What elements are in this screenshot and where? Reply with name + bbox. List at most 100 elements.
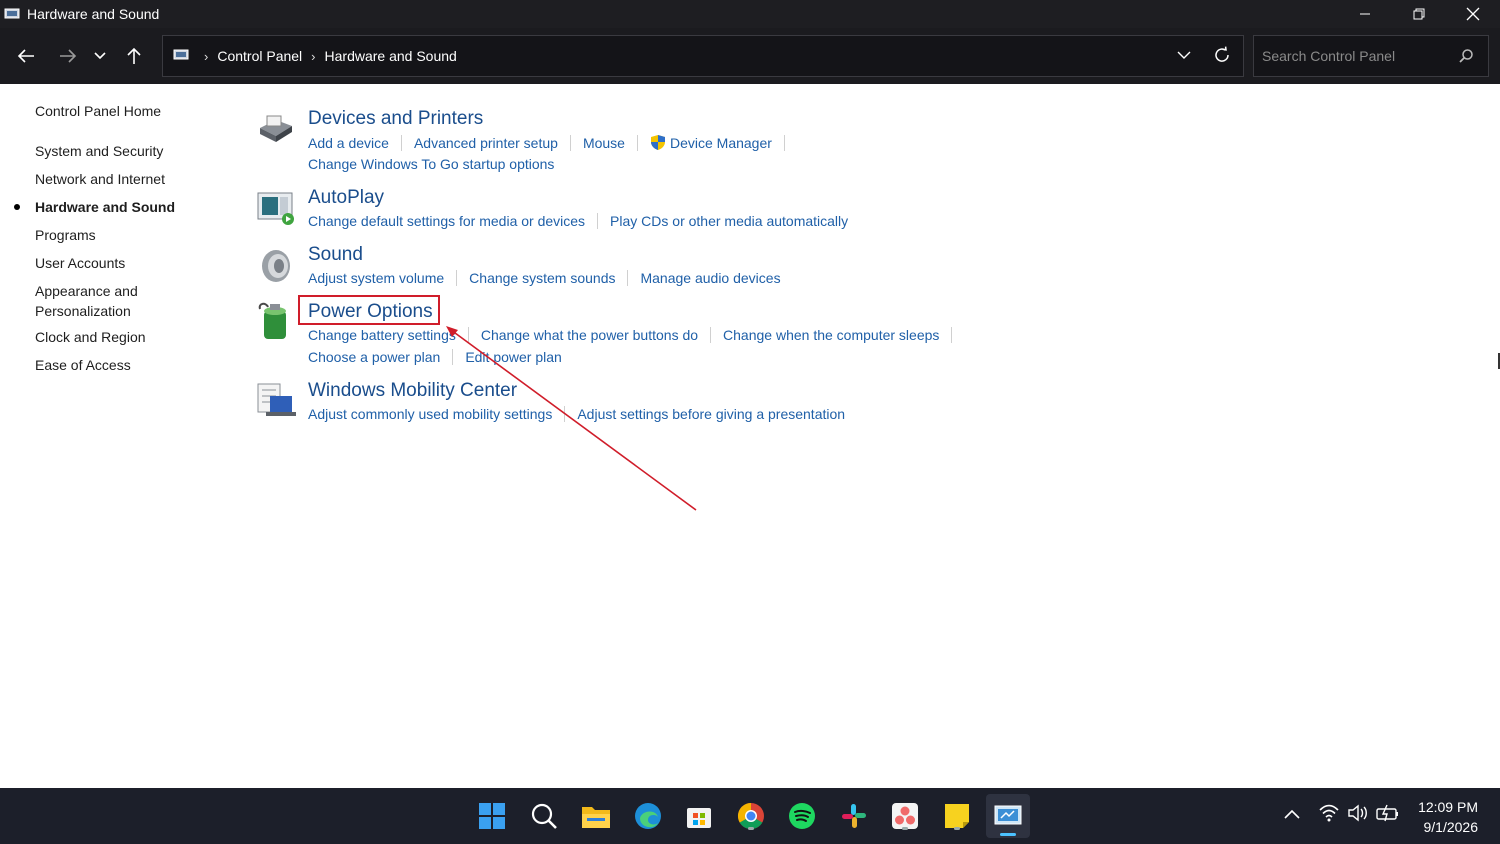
address-bar[interactable]: › Control Panel › Hardware and Sound bbox=[162, 35, 1244, 77]
breadcrumb-control-panel[interactable]: Control Panel bbox=[217, 48, 302, 64]
running-indicator bbox=[748, 827, 754, 830]
arrow-up-icon bbox=[127, 47, 141, 64]
advanced-printer-setup-link[interactable]: Advanced printer setup bbox=[414, 135, 558, 151]
change-system-sounds-link[interactable]: Change system sounds bbox=[469, 270, 615, 286]
devices-and-printers-link[interactable]: Devices and Printers bbox=[308, 108, 483, 130]
system-clock[interactable]: 12:09 PM 9/1/2026 bbox=[1418, 797, 1478, 837]
shield-icon bbox=[650, 134, 666, 151]
change-battery-settings-link[interactable]: Change battery settings bbox=[308, 327, 456, 343]
recent-locations-button[interactable] bbox=[86, 36, 114, 76]
sidebar-item-hardware-and-sound[interactable]: Hardware and Sound bbox=[35, 197, 175, 217]
address-dropdown-button[interactable] bbox=[1177, 47, 1191, 63]
power-links-row: Change battery settings Change what the … bbox=[308, 327, 964, 343]
search-input[interactable] bbox=[1254, 48, 1444, 64]
device-manager-link[interactable]: Device Manager bbox=[670, 135, 772, 151]
slack-icon[interactable] bbox=[838, 800, 870, 832]
battery-charging-icon[interactable] bbox=[1376, 804, 1400, 827]
window-title: Hardware and Sound bbox=[27, 6, 160, 22]
annotation-arrow bbox=[446, 326, 697, 511]
store-icon[interactable] bbox=[683, 800, 715, 832]
refresh-icon bbox=[1215, 46, 1229, 62]
forward-button[interactable] bbox=[50, 36, 86, 76]
sound-link[interactable]: Sound bbox=[308, 244, 363, 266]
sidebar-item-programs[interactable]: Programs bbox=[35, 225, 96, 245]
mobility-center-icon bbox=[256, 380, 296, 420]
edge-icon[interactable] bbox=[632, 800, 664, 832]
adjust-system-volume-link[interactable]: Adjust system volume bbox=[308, 270, 444, 286]
adjust-mobility-settings-link[interactable]: Adjust commonly used mobility settings bbox=[308, 406, 552, 422]
file-explorer-icon[interactable] bbox=[580, 800, 612, 832]
speaker-icon bbox=[256, 244, 296, 284]
chrome-icon[interactable] bbox=[735, 800, 767, 832]
mobility-links-row: Adjust commonly used mobility settings A… bbox=[308, 406, 845, 422]
link-separator bbox=[636, 134, 638, 151]
back-button[interactable] bbox=[8, 36, 44, 76]
devices-links-row2: Change Windows To Go startup options bbox=[308, 156, 554, 172]
power-links-row2: Choose a power plan Edit power plan bbox=[308, 349, 562, 365]
active-indicator bbox=[1000, 833, 1016, 836]
choose-power-plan-link[interactable]: Choose a power plan bbox=[308, 349, 440, 365]
sidebar-item-clock-and-region[interactable]: Clock and Region bbox=[35, 327, 146, 347]
up-button[interactable] bbox=[116, 36, 152, 76]
close-icon bbox=[1466, 7, 1480, 21]
search-box[interactable] bbox=[1253, 35, 1489, 77]
change-default-media-settings-link[interactable]: Change default settings for media or dev… bbox=[308, 213, 585, 229]
change-computer-sleeps-link[interactable]: Change when the computer sleeps bbox=[723, 327, 939, 343]
control-panel-icon bbox=[173, 48, 191, 65]
show-hidden-icons-chevron-up-icon[interactable] bbox=[1284, 806, 1300, 824]
sidebar-item-user-accounts[interactable]: User Accounts bbox=[35, 253, 125, 273]
link-separator bbox=[564, 406, 566, 422]
windows-mobility-center-link[interactable]: Windows Mobility Center bbox=[308, 380, 517, 402]
sidebar-item-network-and-internet[interactable]: Network and Internet bbox=[35, 169, 165, 189]
sidebar-item-ease-of-access[interactable]: Ease of Access bbox=[35, 355, 131, 375]
chevron-right-icon: › bbox=[311, 48, 316, 64]
restore-button[interactable] bbox=[1392, 0, 1446, 28]
autoplay-link[interactable]: AutoPlay bbox=[308, 187, 384, 209]
search-icon[interactable] bbox=[1458, 48, 1474, 69]
control-panel-icon[interactable] bbox=[986, 794, 1030, 838]
link-separator bbox=[452, 349, 454, 365]
wifi-icon[interactable] bbox=[1318, 804, 1340, 827]
start-icon[interactable] bbox=[476, 800, 508, 832]
autoplay-icon bbox=[256, 187, 296, 227]
edit-power-plan-link[interactable]: Edit power plan bbox=[465, 349, 562, 365]
minimize-button[interactable] bbox=[1338, 0, 1392, 28]
link-separator bbox=[710, 327, 712, 343]
link-separator bbox=[597, 213, 599, 229]
link-separator bbox=[569, 134, 571, 151]
clock-time: 12:09 PM bbox=[1418, 799, 1478, 815]
link-separator bbox=[467, 327, 469, 343]
chevron-right-icon: › bbox=[204, 48, 209, 64]
change-windows-to-go-link[interactable]: Change Windows To Go startup options bbox=[308, 156, 554, 172]
link-separator bbox=[951, 327, 953, 343]
taskbar: 12:09 PM 9/1/2026 bbox=[0, 788, 1500, 844]
running-indicator bbox=[902, 827, 908, 830]
minimize-icon bbox=[1360, 13, 1370, 15]
add-device-link[interactable]: Add a device bbox=[308, 135, 389, 151]
control-panel-home-link[interactable]: Control Panel Home bbox=[35, 101, 161, 121]
arrow-left-icon bbox=[17, 49, 34, 63]
sidebar-item-system-and-security[interactable]: System and Security bbox=[35, 141, 163, 161]
refresh-button[interactable] bbox=[1213, 46, 1231, 67]
manage-audio-devices-link[interactable]: Manage audio devices bbox=[640, 270, 780, 286]
play-cds-link[interactable]: Play CDs or other media automatically bbox=[610, 213, 848, 229]
mouse-link[interactable]: Mouse bbox=[583, 135, 625, 151]
link-separator bbox=[783, 134, 785, 151]
active-bullet bbox=[14, 204, 20, 210]
search-icon[interactable] bbox=[528, 800, 560, 832]
presentation-settings-link[interactable]: Adjust settings before giving a presenta… bbox=[577, 406, 845, 422]
sidebar-item-appearance-and-personalization[interactable]: Appearance and Personalization bbox=[35, 281, 138, 321]
arrow-right-icon bbox=[60, 49, 77, 63]
change-power-buttons-link[interactable]: Change what the power buttons do bbox=[481, 327, 698, 343]
close-button[interactable] bbox=[1446, 0, 1500, 28]
devices-links-row: Add a device Advanced printer setup Mous… bbox=[308, 134, 797, 151]
asana-icon[interactable] bbox=[889, 800, 921, 832]
control-panel-app-icon bbox=[4, 7, 22, 21]
link-separator bbox=[456, 270, 458, 286]
chevron-down-icon bbox=[94, 52, 106, 60]
spotify-icon[interactable] bbox=[786, 800, 818, 832]
autoplay-links-row: Change default settings for media or dev… bbox=[308, 213, 848, 229]
volume-icon[interactable] bbox=[1347, 804, 1369, 827]
sticky-notes-icon[interactable] bbox=[941, 800, 973, 832]
breadcrumb-hardware-and-sound[interactable]: Hardware and Sound bbox=[325, 48, 457, 64]
